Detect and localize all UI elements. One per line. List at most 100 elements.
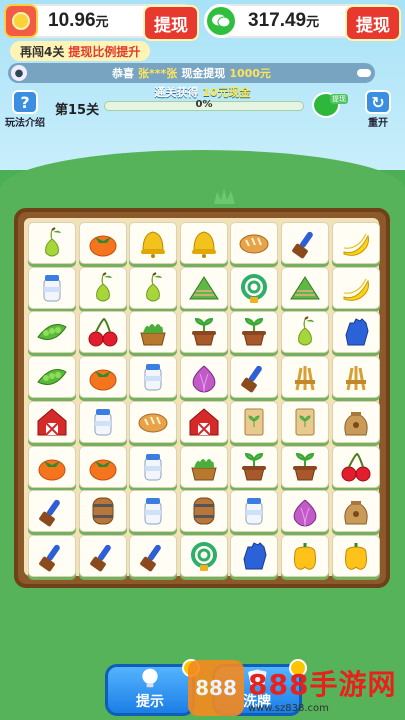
sprout-pot-icon [242,452,267,480]
milk-icon [144,453,162,480]
promo-banner: 再闯4关 提现比例提升 [10,41,151,61]
ticker-end-icon [357,69,371,77]
tile-brush[interactable] [230,356,279,399]
tile-persimmon[interactable] [78,445,127,488]
tile-onion[interactable] [179,356,228,399]
tile-glove[interactable] [230,534,279,577]
tile-brush[interactable] [78,534,127,577]
barn-icon [37,408,67,436]
tile-cherry[interactable] [78,311,127,354]
tile-barrel[interactable] [78,490,127,533]
tile-pear[interactable] [78,266,127,309]
help-button[interactable]: ? [12,90,38,114]
tile-pear[interactable] [28,222,76,264]
wechat-balance-pill: 317.49元 提现 [204,4,401,41]
rice-dumpling-icon [290,275,320,300]
tile-sprout-pot[interactable] [281,445,329,488]
help-label: 玩法介绍 [5,118,45,129]
reset-button[interactable]: ↻ [365,90,391,114]
tile-persimmon[interactable] [78,356,127,399]
tile-seed-packet[interactable] [281,400,329,443]
tile-bell-pepper[interactable] [331,534,380,577]
tile-onion[interactable] [281,490,329,533]
tile-basket[interactable] [179,445,228,488]
tile-glove[interactable] [331,311,380,354]
bush-icon [214,188,235,204]
tile-pear[interactable] [281,311,329,354]
tile-milk[interactable] [230,490,279,533]
tile-hose[interactable] [179,534,228,577]
tile-bell-pepper[interactable] [281,534,329,577]
basket-icon [140,324,166,346]
brush-icon [292,231,313,259]
lightbulb-icon [142,668,158,688]
wechat-balance: 317.49元 [248,10,320,31]
hint-button[interactable]: 提示 [105,659,200,716]
tile-peapod[interactable] [28,311,76,354]
tile-bread[interactable] [230,222,279,264]
tile-barn[interactable] [179,400,228,443]
tile-brush[interactable] [28,490,76,533]
glove-icon [345,318,369,346]
tile-peapod[interactable] [28,356,76,399]
milk-icon [144,364,162,391]
bread-icon [138,413,168,433]
tile-barn[interactable] [28,400,76,443]
tile-rice-dumpling[interactable] [179,266,228,309]
milk-icon [43,274,61,302]
tile-sprout-pot[interactable] [230,445,279,488]
tile-seed-packet[interactable] [230,400,279,443]
level-label: 第15关 [55,103,100,118]
sack-icon [343,411,368,436]
tile-milk[interactable] [78,400,127,443]
reset-label: 重开 [368,118,388,129]
seed-packet-icon [244,408,264,436]
tile-milk[interactable] [28,266,76,309]
tile-brush[interactable] [28,534,76,577]
tile-sprout-pot[interactable] [230,311,279,354]
tile-barrel[interactable] [179,490,228,533]
tile-wheat[interactable] [331,356,380,399]
watermark-logo: 888 [188,660,244,716]
persimmon-icon [89,369,117,391]
avatar-icon: ● [11,65,27,81]
tile-wheat[interactable] [281,356,329,399]
tile-basket[interactable] [129,311,178,354]
tile-bell[interactable] [129,222,178,264]
tile-brush[interactable] [281,222,329,264]
wallet-bar: 10.96元 提现 317.49元 提现 [4,4,401,41]
tile-milk[interactable] [129,445,178,488]
tile-sack[interactable] [331,400,380,443]
barn-icon [189,408,219,436]
news-ticker: ● 恭喜 张***张 现金提现 1000元 [8,63,375,83]
tile-brush[interactable] [129,534,178,577]
tile-banana[interactable] [331,222,380,264]
glove-icon [243,542,267,570]
tile-banana[interactable] [331,266,380,309]
cherry-icon [341,452,371,481]
brush-icon [39,500,60,527]
persimmon-icon [89,235,117,257]
tile-sack[interactable] [331,490,380,533]
brush-icon [140,544,162,572]
tile-sprout-pot[interactable] [179,311,228,354]
tile-persimmon[interactable] [28,445,76,488]
tile-persimmon[interactable] [78,222,127,264]
coin-withdraw-button[interactable]: 提现 [143,5,199,41]
persimmon-icon [38,459,66,480]
tile-bell[interactable] [179,222,228,264]
milk-icon [245,498,263,525]
basket-icon [191,458,217,480]
tile-hose[interactable] [230,266,279,309]
tile-pear[interactable] [129,266,178,309]
milk-icon [144,498,162,525]
tile-cherry[interactable] [331,445,380,488]
seed-packet-icon [295,408,315,436]
tile-milk[interactable] [129,356,178,399]
tile-bread[interactable] [129,400,178,443]
tile-rice-dumpling[interactable] [281,266,329,309]
coin-balance-pill: 10.96元 提现 [4,4,199,41]
tile-milk[interactable] [129,490,178,533]
wechat-withdraw-button[interactable]: 提现 [345,5,401,41]
level-progress-text: 0% [195,99,213,110]
